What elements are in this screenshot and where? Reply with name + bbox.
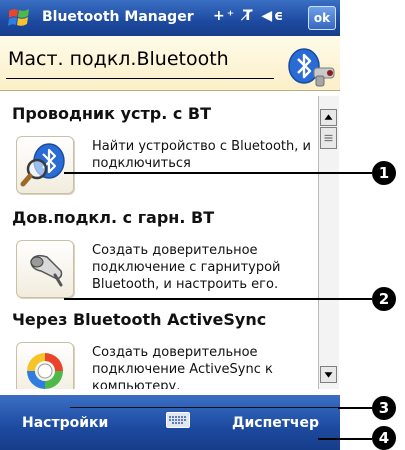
wizard-list: Проводник устр. с BT Найти устройство с … bbox=[0, 96, 318, 389]
callout-1: 1 bbox=[372, 161, 396, 185]
activesync-description: Создать доверительное подключение Active… bbox=[92, 345, 273, 389]
scroll-thumb[interactable] bbox=[320, 127, 337, 149]
callout-line-3 bbox=[338, 407, 372, 409]
title-bar: Bluetooth Manager +⁺ T̸ ◀ϵ ok bbox=[0, 0, 340, 36]
windows-start-icon[interactable] bbox=[6, 5, 32, 31]
headset-description: Создать доверительное подключение с гарн… bbox=[92, 243, 281, 292]
pocket-pc-screen: Bluetooth Manager +⁺ T̸ ◀ϵ ok Маст. подк… bbox=[0, 0, 340, 450]
manager-softkey[interactable]: Диспетчер bbox=[232, 415, 319, 431]
page-title: Маст. подкл.Bluetooth bbox=[8, 48, 229, 70]
vertical-scrollbar[interactable] bbox=[318, 96, 339, 389]
callout-line-4 bbox=[318, 438, 372, 440]
settings-softkey[interactable]: Настройки bbox=[22, 415, 108, 431]
explorer-title[interactable]: Проводник устр. с BT bbox=[12, 104, 211, 123]
app-title: Bluetooth Manager bbox=[42, 9, 194, 25]
bluetooth-search-icon[interactable] bbox=[16, 136, 74, 194]
scroll-down-button[interactable] bbox=[320, 366, 337, 383]
callout-4: 4 bbox=[372, 426, 396, 450]
callout-line-1 bbox=[64, 172, 372, 174]
header-divider bbox=[6, 78, 274, 79]
callout-line-2 bbox=[64, 298, 372, 300]
command-bar: Настройки Диспетчер bbox=[0, 395, 340, 450]
callout-3: 3 bbox=[372, 396, 396, 420]
activesync-icon[interactable] bbox=[16, 342, 74, 389]
headset-icon[interactable] bbox=[16, 240, 74, 298]
scroll-up-button[interactable] bbox=[320, 109, 337, 126]
explorer-description: Найти устройство с Bluetooth, и подключи… bbox=[92, 139, 311, 171]
keyboard-icon[interactable] bbox=[166, 412, 190, 428]
callout-2: 2 bbox=[372, 287, 396, 311]
ok-button[interactable]: ok bbox=[308, 6, 336, 30]
bluetooth-wizard-icon bbox=[288, 48, 335, 87]
status-icons[interactable]: +⁺ T̸ ◀ϵ bbox=[213, 8, 285, 24]
activesync-title[interactable]: Через Bluetooth ActiveSync bbox=[12, 310, 266, 329]
callout-line-3-inner bbox=[70, 407, 338, 408]
headset-title[interactable]: Дов.подкл. с гарн. BT bbox=[12, 208, 214, 227]
